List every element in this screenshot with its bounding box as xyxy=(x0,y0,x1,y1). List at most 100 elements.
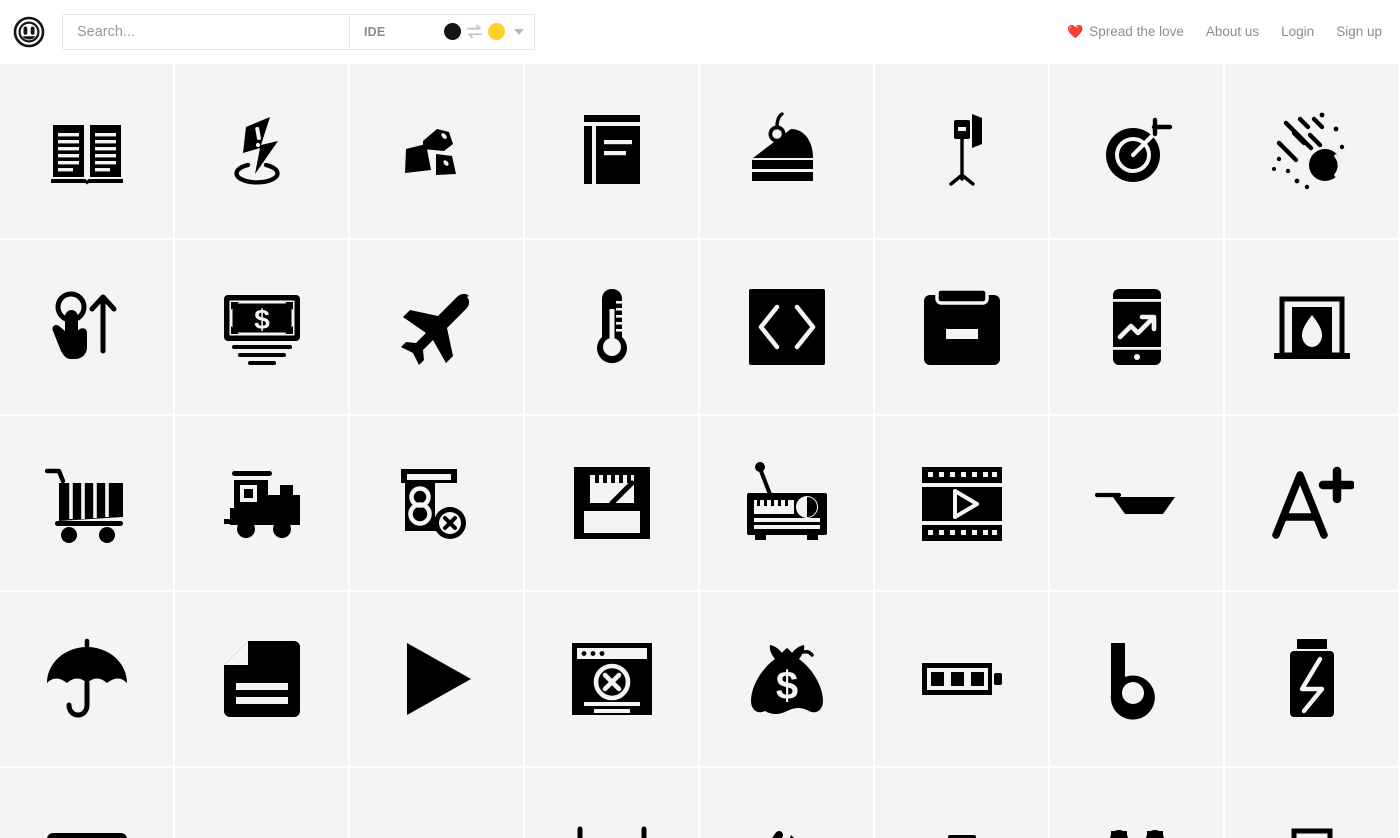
icon-cell[interactable] xyxy=(700,64,875,240)
icon-cell[interactable]: $ xyxy=(700,592,875,768)
search-bar: IDE xyxy=(62,13,535,50)
radio-icon xyxy=(745,461,829,545)
chevron-down-icon[interactable] xyxy=(514,28,524,35)
icon-cell[interactable] xyxy=(875,240,1050,416)
sprout-icon xyxy=(220,813,304,838)
icon-cell[interactable] xyxy=(350,592,525,768)
secondary-color-swatch[interactable] xyxy=(488,23,505,40)
font-increase-icon xyxy=(1270,461,1354,545)
icon-cell[interactable] xyxy=(875,768,1050,838)
owl-logo[interactable] xyxy=(13,16,45,48)
nav-item-spread-the-love[interactable]: ❤️ Spread the love xyxy=(1067,24,1184,39)
airplane-icon xyxy=(395,285,479,369)
battery-full-icon xyxy=(920,637,1004,721)
square-small-icon xyxy=(920,813,1004,838)
icon-cell[interactable] xyxy=(0,64,175,240)
icon-cell[interactable] xyxy=(1050,416,1225,592)
icon-cell[interactable] xyxy=(350,240,525,416)
nav-item-label: Login xyxy=(1281,24,1315,39)
rocks-icon xyxy=(395,109,479,193)
nav-item-sign-up[interactable]: Sign up xyxy=(1336,24,1382,39)
icon-cell[interactable] xyxy=(525,240,700,416)
icon-cell[interactable] xyxy=(875,416,1050,592)
icon-cell[interactable]: $ xyxy=(175,240,350,416)
icon-cell[interactable] xyxy=(525,64,700,240)
battery-charging-icon xyxy=(1270,637,1354,721)
code-brackets-icon xyxy=(745,285,829,369)
heart-icon: ❤️ xyxy=(1067,24,1084,39)
nav-item-label: Spread the love xyxy=(1089,24,1184,39)
dome-icon xyxy=(395,813,479,838)
icon-cell[interactable] xyxy=(525,768,700,838)
train-locomotive-icon xyxy=(220,461,304,545)
briefcase-icon xyxy=(1270,813,1354,838)
icon-cell[interactable] xyxy=(1050,64,1225,240)
search-input[interactable] xyxy=(63,14,349,49)
clipboard-minus-icon xyxy=(920,285,1004,369)
lightning-bolt-location-icon xyxy=(220,109,304,193)
meteor-icon xyxy=(1270,109,1354,193)
icon-cell[interactable] xyxy=(1050,240,1225,416)
primary-color-swatch[interactable] xyxy=(444,23,461,40)
icon-cell[interactable] xyxy=(875,592,1050,768)
icon-cell[interactable] xyxy=(1050,592,1225,768)
eraser-icon xyxy=(745,813,829,838)
icon-cell[interactable] xyxy=(175,64,350,240)
icon-cell[interactable] xyxy=(1225,64,1400,240)
swap-icon[interactable] xyxy=(466,24,483,39)
studio-light-icon xyxy=(920,109,1004,193)
icon-cell[interactable] xyxy=(700,416,875,592)
icon-cell[interactable] xyxy=(350,768,525,838)
icon-cell[interactable] xyxy=(1225,592,1400,768)
banknote-dollar-icon: $ xyxy=(220,285,304,369)
floppy-disk-icon xyxy=(570,461,654,545)
quote-marks-icon xyxy=(1095,813,1179,838)
letter-b-logo-icon xyxy=(1095,637,1179,721)
icon-cell[interactable] xyxy=(525,416,700,592)
icon-cell[interactable] xyxy=(1050,768,1225,838)
nav-item-login[interactable]: Login xyxy=(1281,24,1314,39)
nav-item-label: Sign up xyxy=(1336,24,1382,39)
icon-cell[interactable] xyxy=(175,592,350,768)
icon-cell[interactable] xyxy=(350,64,525,240)
wash-basin-icon xyxy=(570,813,654,838)
atm-error-icon xyxy=(395,461,479,545)
mobile-chart-icon xyxy=(1095,285,1179,369)
icon-cell[interactable] xyxy=(700,240,875,416)
browser-error-icon xyxy=(570,637,654,721)
icon-cell[interactable] xyxy=(875,64,1050,240)
swipe-up-gesture-icon xyxy=(45,285,129,369)
icon-cell[interactable] xyxy=(1225,240,1400,416)
icon-cell[interactable] xyxy=(350,416,525,592)
nav-item-about-us[interactable]: About us xyxy=(1206,24,1259,39)
notebook-icon xyxy=(570,109,654,193)
air-conditioner-icon xyxy=(45,813,129,838)
target-arrow-icon xyxy=(1095,109,1179,193)
money-bag-icon: $ xyxy=(745,637,829,721)
play-triangle-icon xyxy=(395,637,479,721)
open-book-icon xyxy=(45,109,129,193)
app-header: IDE ❤️ Spread the love About us Login xyxy=(0,0,1400,64)
thermometer-icon xyxy=(570,285,654,369)
film-play-icon xyxy=(920,461,1004,545)
icon-cell[interactable] xyxy=(175,768,350,838)
icon-cell[interactable] xyxy=(0,416,175,592)
icon-cell[interactable] xyxy=(1225,768,1400,838)
icon-cell[interactable] xyxy=(525,592,700,768)
ide-color-swatches[interactable] xyxy=(444,23,524,40)
icon-cell[interactable] xyxy=(1225,416,1400,592)
frying-pan-icon xyxy=(1094,461,1179,545)
ide-style-selector[interactable]: IDE xyxy=(349,14,534,49)
icon-cell[interactable] xyxy=(700,768,875,838)
icon-cell[interactable] xyxy=(0,592,175,768)
icon-cell[interactable] xyxy=(0,240,175,416)
ide-selector-label: IDE xyxy=(364,24,386,39)
svg-text:$: $ xyxy=(254,304,270,335)
icon-cell[interactable] xyxy=(0,768,175,838)
shopping-cart-icon xyxy=(44,461,129,545)
header-nav: ❤️ Spread the love About us Login Sign u… xyxy=(1067,24,1382,39)
fireplace-icon xyxy=(1270,285,1354,369)
icon-cell[interactable] xyxy=(175,416,350,592)
document-text-icon xyxy=(220,637,304,721)
icon-grid: $ $ xyxy=(0,64,1400,838)
